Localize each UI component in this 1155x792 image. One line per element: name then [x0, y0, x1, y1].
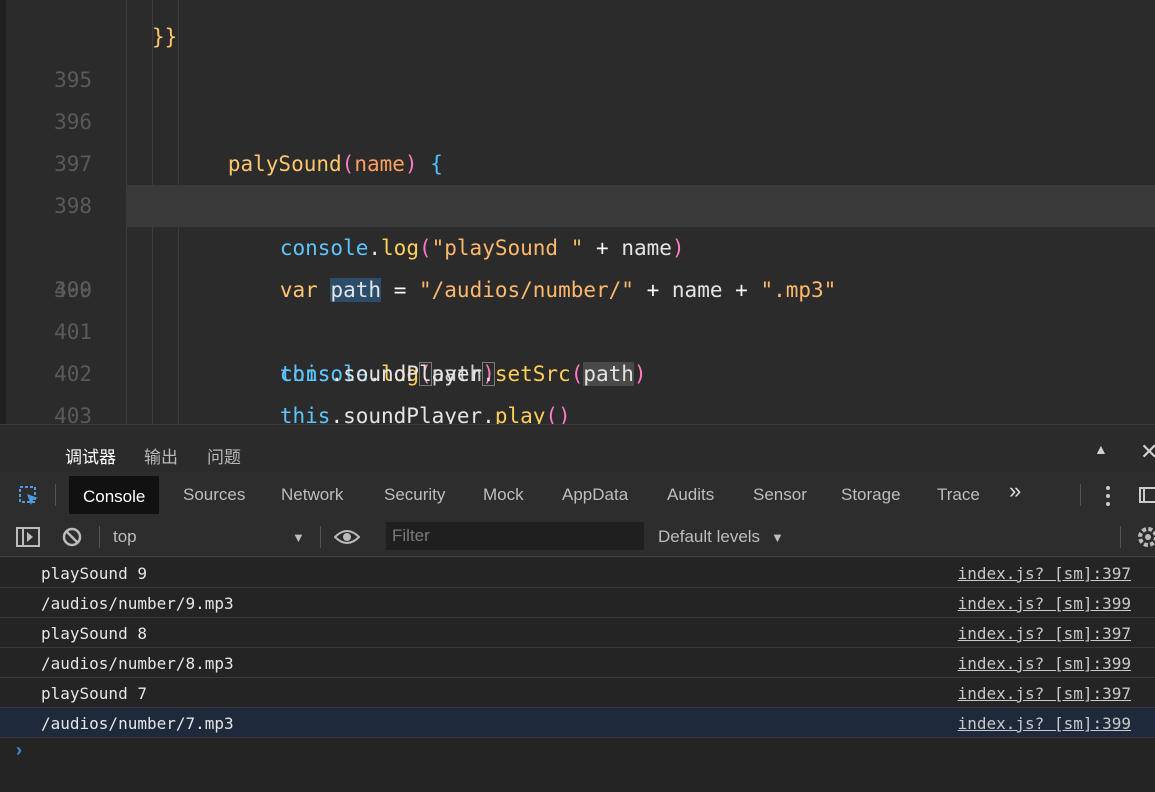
current-line-highlight — [126, 185, 1155, 227]
source-link[interactable]: index.js? [sm]:397 — [958, 624, 1131, 643]
code-line[interactable]: 398 var path = "/audios/number/" + name … — [6, 143, 1155, 302]
log-levels-dropdown[interactable]: Default levels — [658, 527, 760, 547]
clear-console-icon[interactable] — [61, 526, 83, 553]
source-link[interactable]: index.js? [sm]:397 — [958, 564, 1131, 583]
tab-security[interactable]: Security — [384, 482, 445, 508]
code-line-partial: }} — [152, 25, 178, 49]
tab-console[interactable]: Console — [69, 476, 160, 514]
message-text: /audios/number/9.mp3 — [41, 594, 234, 613]
console-prompt-icon[interactable]: › — [16, 740, 22, 761]
tab-trace[interactable]: Trace — [937, 482, 980, 508]
code-line[interactable]: 396 if (sound) { — [6, 59, 1155, 218]
collapse-up-icon[interactable]: ▲ — [1094, 441, 1108, 457]
show-sidebar-icon[interactable] — [16, 526, 40, 553]
tab-network[interactable]: Network — [281, 482, 343, 508]
message-text: playSound 8 — [41, 624, 147, 643]
code-editor[interactable]: }} 395 palySound(name) { 396 if (sound) … — [0, 0, 1155, 424]
divider — [1120, 526, 1121, 548]
source-link[interactable]: index.js? [sm]:399 — [958, 654, 1131, 673]
source-link[interactable]: index.js? [sm]:399 — [958, 594, 1131, 613]
tab-storage[interactable]: Storage — [841, 482, 901, 508]
code-line[interactable]: 395 palySound(name) { — [6, 17, 1155, 176]
divider — [99, 526, 100, 548]
code-line[interactable]: 401 this.soundPlayer.play() — [6, 269, 1155, 424]
chevron-down-icon[interactable]: ▼ — [292, 530, 305, 545]
inspect-element-icon[interactable] — [18, 485, 40, 512]
eye-icon[interactable] — [333, 527, 361, 552]
more-tabs-icon[interactable]: » — [1009, 478, 1021, 504]
console-toolbar: top ▼ Default levels ▼ — [0, 518, 1155, 557]
tab-debugger[interactable]: 调试器 — [65, 443, 116, 476]
tab-appdata[interactable]: AppData — [562, 482, 628, 508]
code-line-current[interactable]: 399 console.log(path) — [6, 185, 1155, 386]
close-icon[interactable]: ✕ — [1140, 439, 1155, 465]
source-link[interactable]: index.js? [sm]:397 — [958, 684, 1131, 703]
divider — [1080, 484, 1081, 506]
divider — [320, 526, 321, 548]
message-text: playSound 9 — [41, 564, 147, 583]
tab-mock[interactable]: Mock — [483, 482, 524, 508]
bottom-panel-tabs: 调试器 输出 问题 ▲ ✕ — [0, 424, 1155, 476]
console-message[interactable]: /audios/number/8.mp3 index.js? [sm]:399 — [0, 648, 1155, 678]
code-line[interactable]: 402 — [6, 311, 1155, 386]
tab-output[interactable]: 输出 — [144, 443, 178, 468]
message-text: /audios/number/8.mp3 — [41, 654, 234, 673]
console-message-selected[interactable]: /audios/number/7.mp3 index.js? [sm]:399 — [0, 708, 1155, 738]
message-text: /audios/number/7.mp3 — [41, 714, 234, 733]
gear-icon[interactable] — [1136, 525, 1155, 554]
source-link[interactable]: index.js? [sm]:399 — [958, 714, 1131, 733]
tab-sources[interactable]: Sources — [183, 482, 245, 508]
message-text: playSound 7 — [41, 684, 147, 703]
context-select[interactable]: top — [113, 527, 137, 547]
console-message[interactable]: playSound 8 index.js? [sm]:397 — [0, 618, 1155, 648]
code-line[interactable]: 400 this.soundPlayer.setSrc(path) — [6, 227, 1155, 386]
tab-audits[interactable]: Audits — [667, 482, 714, 508]
code-line[interactable]: 403 — [6, 353, 1155, 424]
console-log[interactable]: playSound 9 index.js? [sm]:397 /audios/n… — [0, 558, 1155, 792]
kebab-menu-icon[interactable] — [1100, 484, 1116, 513]
filter-input[interactable] — [386, 522, 644, 550]
code-line[interactable]: 404 — [6, 395, 1155, 424]
console-message[interactable]: playSound 9 index.js? [sm]:397 — [0, 558, 1155, 588]
tab-problems[interactable]: 问题 — [207, 443, 241, 468]
dock-icon[interactable] — [1138, 486, 1155, 509]
console-message[interactable]: /audios/number/9.mp3 index.js? [sm]:399 — [0, 588, 1155, 618]
devtools-tab-bar: Console Sources Network Security Mock Ap… — [0, 472, 1155, 519]
code-line[interactable]: 397 console.log("playSound " + name) — [6, 101, 1155, 260]
console-message[interactable]: playSound 7 index.js? [sm]:397 — [0, 678, 1155, 708]
chevron-down-icon[interactable]: ▼ — [771, 530, 784, 545]
tab-sensor[interactable]: Sensor — [753, 482, 807, 508]
divider — [55, 484, 56, 506]
